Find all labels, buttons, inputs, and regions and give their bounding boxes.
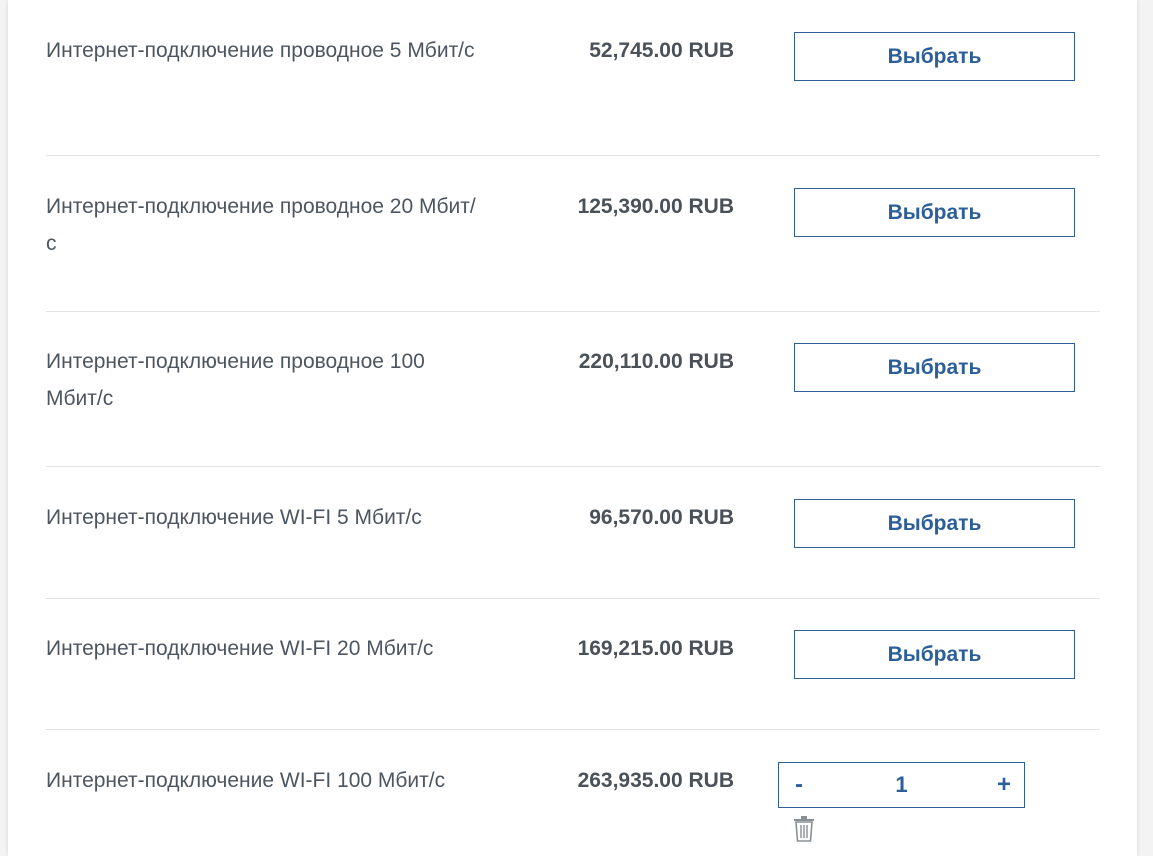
quantity-value[interactable]: 1 <box>839 763 964 807</box>
increment-button[interactable]: + <box>984 763 1024 807</box>
product-name: Интернет-подключение WI-FI 5 Мбит/с <box>46 506 422 529</box>
quantity-stepper: - 1 + <box>778 762 1025 808</box>
product-list-card: Интернет-подключение проводное 5 Мбит/с … <box>8 0 1137 856</box>
product-price: 52,745.00 RUB <box>589 39 734 62</box>
product-name: Интернет-подключение проводное 20 Мбит/с <box>46 195 476 255</box>
product-price: 125,390.00 RUB <box>577 195 734 218</box>
product-name: Интернет-подключение WI-FI 100 Мбит/с <box>46 769 446 792</box>
list-item: Интернет-подключение проводное 100 Мбит/… <box>46 343 1100 467</box>
select-button[interactable]: Выбрать <box>794 630 1075 679</box>
product-price: 96,570.00 RUB <box>589 506 734 529</box>
select-button[interactable]: Выбрать <box>794 188 1075 237</box>
trash-icon[interactable] <box>792 816 816 842</box>
product-price: 169,215.00 RUB <box>577 637 734 660</box>
product-name: Интернет-подключение WI-FI 20 Мбит/с <box>46 637 434 660</box>
list-item: Интернет-подключение WI-FI 5 Мбит/с 96,5… <box>46 499 1100 599</box>
product-name: Интернет-подключение проводное 100 Мбит/… <box>46 350 425 410</box>
select-button[interactable]: Выбрать <box>794 499 1075 548</box>
product-price: 220,110.00 RUB <box>578 350 734 373</box>
product-name: Интернет-подключение проводное 5 Мбит/с <box>46 39 475 62</box>
decrement-button[interactable]: - <box>779 763 819 807</box>
list-item: Интернет-подключение WI-FI 20 Мбит/с 169… <box>46 630 1100 730</box>
select-button[interactable]: Выбрать <box>794 343 1075 392</box>
list-item: Интернет-подключение проводное 20 Мбит/с… <box>46 188 1100 312</box>
product-price: 263,935.00 RUB <box>577 769 734 792</box>
list-item: Интернет-подключение WI-FI 100 Мбит/с 26… <box>46 762 1100 856</box>
list-item: Интернет-подключение проводное 5 Мбит/с … <box>46 32 1100 156</box>
select-button[interactable]: Выбрать <box>794 32 1075 81</box>
